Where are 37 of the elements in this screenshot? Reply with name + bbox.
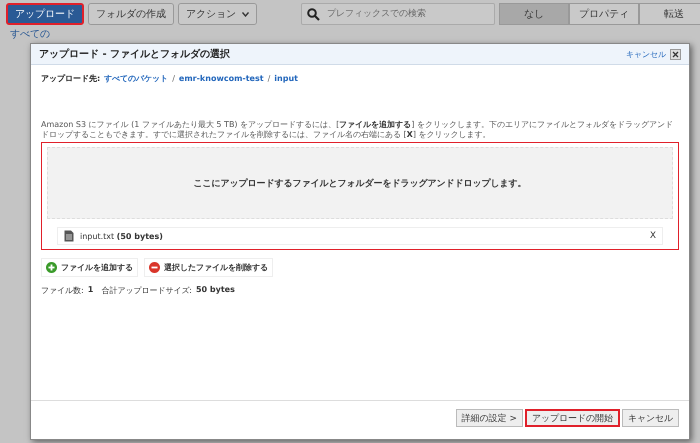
destination-label: アップロード先: bbox=[41, 73, 100, 84]
plus-icon bbox=[46, 262, 57, 273]
breadcrumb-link[interactable]: すべての bbox=[0, 28, 60, 42]
tab[interactable]: プロパティ bbox=[569, 3, 639, 25]
path-separator: / bbox=[172, 74, 175, 83]
file-name: input.txt (50 bytes) bbox=[80, 232, 164, 240]
drop-zone-text: ここにアップロードするファイルとフォルダーをドラッグアンドドロップします。 bbox=[194, 177, 526, 190]
path-separator: / bbox=[268, 74, 270, 83]
minus-icon bbox=[149, 262, 160, 273]
drop-zone[interactable]: ここにアップロードするファイルとフォルダーをドラッグアンドドロップします。 bbox=[47, 147, 673, 219]
dialog-title: アップロード - ファイルとフォルダの選択 bbox=[39, 47, 230, 61]
remove-file-button[interactable]: X bbox=[650, 231, 656, 241]
search-field[interactable]: プレフィックスでの検索 bbox=[301, 3, 495, 25]
total-size: 50 bytes bbox=[196, 285, 235, 296]
toolbar-button[interactable]: アップロード bbox=[6, 3, 84, 25]
file-action-button[interactable]: ファイルを追加する bbox=[41, 258, 138, 277]
cancel-link[interactable]: キャンセル bbox=[626, 48, 666, 60]
search-input[interactable]: プレフィックスでの検索 bbox=[325, 8, 489, 20]
file-count: 1 bbox=[88, 285, 94, 296]
footer-button[interactable]: 詳細の設定 > bbox=[456, 409, 523, 427]
file-icon bbox=[64, 230, 74, 242]
search-icon bbox=[307, 8, 320, 20]
footer-button[interactable]: アップロードの開始 bbox=[525, 409, 620, 427]
path-link[interactable]: input bbox=[274, 74, 298, 83]
caret-icon bbox=[242, 12, 249, 16]
instructions-text: Amazon S3 にファイル (1 ファイルあたり最大 5 TB) をアップロードするには、[ファイルを追加する] をクリックします。下のエリアにファイルとフォルダをドラッグアンドドロップすることもできます。すでに選択されたファイルを削除するには、ファイル名の右端にある [X] をクリックします。 bbox=[41, 120, 674, 140]
path-link[interactable]: すべてのバケット bbox=[104, 73, 168, 84]
total-size-label: 合計アップロードサイズ: bbox=[101, 285, 192, 296]
footer-button[interactable]: キャンセル bbox=[622, 409, 679, 427]
tab[interactable]: 転送 bbox=[639, 3, 700, 25]
file-action-button[interactable]: 選択したファイルを削除する bbox=[144, 258, 273, 277]
tab[interactable]: なし bbox=[499, 3, 569, 25]
toolbar-button[interactable]: アクション bbox=[178, 3, 257, 25]
toolbar-button[interactable]: フォルダの作成 bbox=[88, 3, 174, 25]
file-count-label: ファイル数: bbox=[41, 285, 84, 296]
close-icon[interactable] bbox=[670, 48, 681, 60]
path-link[interactable]: emr-knowcom-test bbox=[178, 74, 264, 83]
